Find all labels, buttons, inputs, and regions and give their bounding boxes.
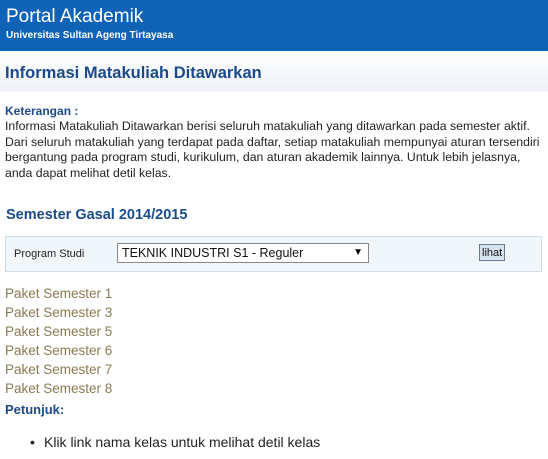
page-title: Informasi Matakuliah Ditawarkan [5,64,262,82]
bullet-icon: • [30,434,35,450]
petunjuk-item: • Klik link nama kelas untuk melihat deti… [30,434,320,450]
paket-semester-link[interactable]: Paket Semester 7 [5,360,112,379]
keterangan-text: Informasi Matakuliah Ditawarkan berisi s… [5,119,540,180]
header-bar: Portal Akademik Universitas Sultan Ageng… [0,0,548,51]
petunjuk-label: Petunjuk: [5,402,65,417]
paket-semester-link[interactable]: Paket Semester 6 [5,341,112,360]
petunjuk-text: Klik link nama kelas untuk melihat detil… [44,434,321,450]
program-studi-select[interactable]: TEKNIK INDUSTRI S1 - Reguler ▼ [117,243,369,263]
paket-semester-link[interactable]: Paket Semester 5 [5,322,112,341]
paket-semester-link[interactable]: Paket Semester 3 [5,303,112,322]
university-name: Universitas Sultan Ageng Tirtayasa [6,30,174,41]
program-studi-value: TEKNIK INDUSTRI S1 - Reguler [122,246,304,260]
program-filter-panel: Program Studi TEKNIK INDUSTRI S1 - Regul… [5,236,542,272]
paket-semester-link[interactable]: Paket Semester 8 [5,379,112,398]
semester-title: Semester Gasal 2014/2015 [6,207,188,223]
lihat-button[interactable]: lihat [479,244,506,261]
keterangan-label: Keterangan : [5,104,79,118]
paket-semester-link[interactable]: Paket Semester 1 [5,284,112,303]
dropdown-arrow-icon: ▼ [353,247,363,258]
paket-semester-list: Paket Semester 1 Paket Semester 3 Paket … [5,284,112,398]
portal-title[interactable]: Portal Akademik [6,6,143,28]
program-studi-label: Program Studi [14,248,85,260]
